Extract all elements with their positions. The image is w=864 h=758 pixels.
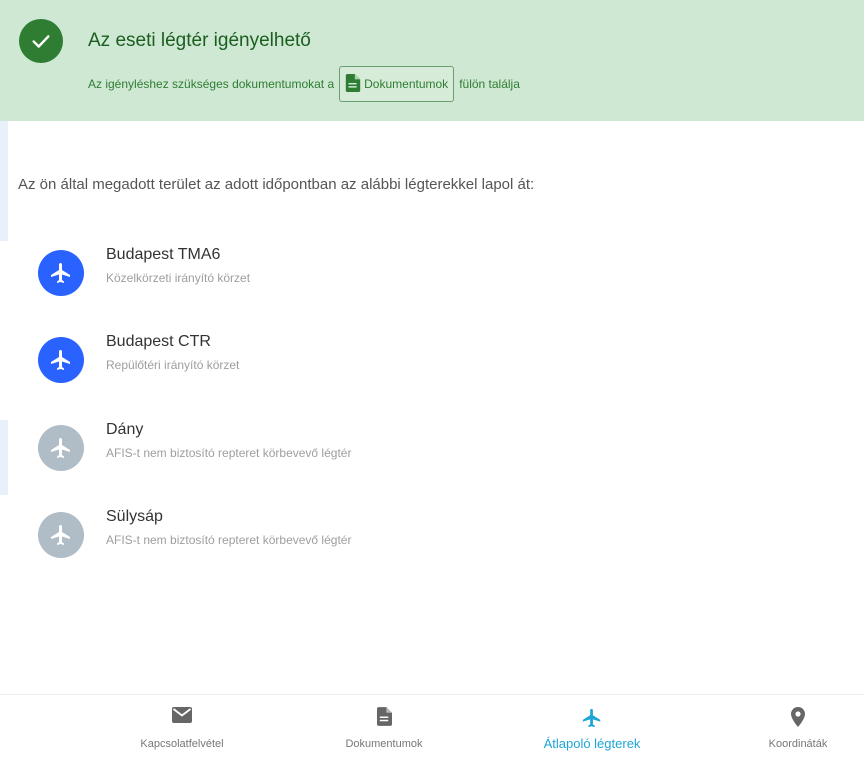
- airspace-description: Repülőtéri irányító körzet: [106, 358, 240, 372]
- nav-documents-label: Dokumentumok: [345, 738, 423, 750]
- airspace-name: Budapest CTR: [106, 333, 211, 350]
- location-pin-icon: [708, 707, 864, 727]
- document-icon: [345, 73, 361, 95]
- bottom-navigation: Kapcsolatfelvétel Dokumentumok Átlapoló …: [0, 694, 864, 758]
- nav-contact-label: Kapcsolatfelvétel: [140, 738, 224, 750]
- banner-title: Az eseti légtér igényelhető: [88, 30, 311, 51]
- airspace-list-item[interactable]: Dány AFIS-t nem biztosító repteret körbe…: [38, 421, 738, 471]
- airplane-icon: [502, 707, 682, 728]
- check-circle-icon: [19, 19, 63, 63]
- airspace-name: Dány: [106, 421, 144, 438]
- nav-coordinates[interactable]: Koordináták: [708, 695, 864, 758]
- banner-subtitle-after: fülön találja: [459, 77, 520, 91]
- document-icon: [294, 707, 474, 727]
- success-banner: Az eseti légtér igényelhető Az igénylésh…: [0, 0, 864, 121]
- left-edge-panel: [0, 121, 8, 241]
- nav-documents[interactable]: Dokumentumok: [294, 695, 474, 758]
- airspace-list-item[interactable]: Sülysáp AFIS-t nem biztosító repteret kö…: [38, 508, 738, 558]
- nav-contact[interactable]: Kapcsolatfelvétel: [92, 695, 272, 758]
- nav-overlapping-airspaces[interactable]: Átlapoló légterek: [502, 695, 682, 758]
- nav-coordinates-label: Koordináták: [768, 738, 828, 750]
- airspace-name: Sülysáp: [106, 508, 163, 525]
- airspace-description: Közelkörzeti irányító körzet: [106, 271, 251, 285]
- airspace-list-item[interactable]: Budapest TMA6 Közelkörzeti irányító körz…: [38, 246, 738, 296]
- banner-subtitle: Az igényléshez szükséges dokumentumokat …: [88, 66, 520, 102]
- airspace-description: AFIS-t nem biztosító repteret körbevevő …: [106, 446, 352, 460]
- airplane-icon: [38, 337, 84, 383]
- airplane-icon: [38, 425, 84, 471]
- airspace-name: Budapest TMA6: [106, 246, 221, 263]
- airspace-list-item[interactable]: Budapest CTR Repülőtéri irányító körzet: [38, 333, 738, 383]
- airplane-icon: [38, 512, 84, 558]
- mail-icon: [92, 707, 272, 727]
- documents-link-chip[interactable]: Dokumentumok: [339, 66, 455, 102]
- banner-subtitle-before: Az igényléshez szükséges dokumentumokat …: [88, 77, 335, 91]
- documents-link-label: Dokumentumok: [364, 77, 449, 91]
- left-edge-panel: [0, 420, 8, 495]
- airplane-icon: [38, 250, 84, 296]
- nav-overlapping-airspaces-label: Átlapoló légterek: [543, 736, 641, 751]
- airspace-description: AFIS-t nem biztosító repteret körbevevő …: [106, 533, 352, 547]
- overlap-intro-text: Az ön által megadott terület az adott id…: [18, 176, 535, 193]
